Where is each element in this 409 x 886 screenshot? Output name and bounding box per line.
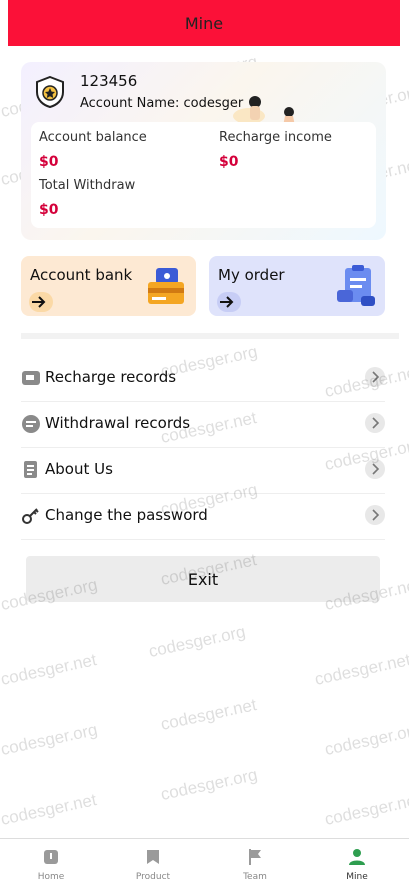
menu-item-label: About Us (45, 460, 113, 478)
nav-item-product[interactable]: Product (102, 839, 204, 886)
bank-card-icon (148, 268, 184, 304)
watermark: codesger.org (0, 720, 100, 760)
nav-label: Home (37, 872, 65, 882)
menu-item-about-us[interactable]: About Us (21, 447, 385, 494)
menu-item-withdrawal-records[interactable]: Withdrawal records (21, 401, 385, 448)
menu-item-recharge-records[interactable]: Recharge records (21, 355, 385, 402)
page-header: Mine (8, 0, 400, 46)
account-name: Account Name: codesger (80, 96, 244, 111)
recharge-record-icon (22, 371, 40, 385)
recharge-income-value: $0 (219, 154, 239, 170)
total-withdraw-value: $0 (39, 202, 59, 218)
order-clipboard-icon (337, 265, 375, 306)
chevron-right-icon (365, 413, 385, 433)
watermark: codesger.net (312, 650, 409, 689)
watermark: codesger.net (158, 695, 259, 734)
my-order-tile[interactable]: My order (209, 256, 385, 316)
user-icon (349, 849, 365, 865)
account-bank-tile[interactable]: Account bank (21, 256, 196, 316)
chevron-right-icon (365, 505, 385, 525)
watermark: codesger.net (0, 790, 99, 829)
watermark: codesger.net (322, 790, 409, 829)
account-bank-label: Account bank (30, 266, 133, 284)
exit-button[interactable]: Exit (26, 556, 380, 602)
menu-item-label: Change the password (45, 506, 208, 524)
section-divider (21, 333, 399, 339)
arrow-right-icon (217, 292, 241, 312)
key-icon (22, 508, 39, 524)
chevron-right-icon (365, 459, 385, 479)
my-order-label: My order (218, 266, 285, 284)
product-icon (147, 850, 159, 864)
account-balance-value: $0 (39, 154, 59, 170)
watermark: codesger.org (158, 765, 260, 805)
bottom-navigation: Home Product Team Mine (0, 838, 409, 886)
document-icon (24, 461, 37, 478)
arrow-right-icon (29, 292, 53, 312)
nav-item-team[interactable]: Team (204, 839, 306, 886)
flag-icon (249, 849, 261, 865)
menu-item-label: Recharge records (45, 368, 177, 386)
user-card: 123456 Account Name: codesger Account ba… (21, 62, 386, 240)
nav-label: Mine (346, 872, 368, 882)
nav-label: Team (243, 872, 267, 882)
watermark: codesger.org (322, 720, 409, 760)
account-balance-label: Account balance (39, 130, 147, 145)
chevron-right-icon (365, 367, 385, 387)
menu-item-label: Withdrawal records (45, 414, 191, 432)
balance-card: Account balance $0 Recharge income $0 To… (31, 122, 376, 228)
total-withdraw-label: Total Withdraw (39, 178, 136, 193)
recharge-income-label: Recharge income (219, 130, 332, 145)
vip-shield-icon (36, 76, 64, 108)
page-title: Mine (184, 13, 224, 33)
home-icon (44, 850, 58, 864)
withdrawal-record-icon (22, 415, 40, 433)
watermark: codesger.net (0, 650, 99, 689)
nav-item-mine[interactable]: Mine (306, 839, 408, 886)
user-id: 123456 (80, 72, 138, 90)
nav-label: Product (135, 872, 171, 882)
watermark: codesger.org (146, 622, 248, 662)
nav-item-home[interactable]: Home (0, 839, 102, 886)
menu-item-change-password[interactable]: Change the password (21, 493, 385, 540)
